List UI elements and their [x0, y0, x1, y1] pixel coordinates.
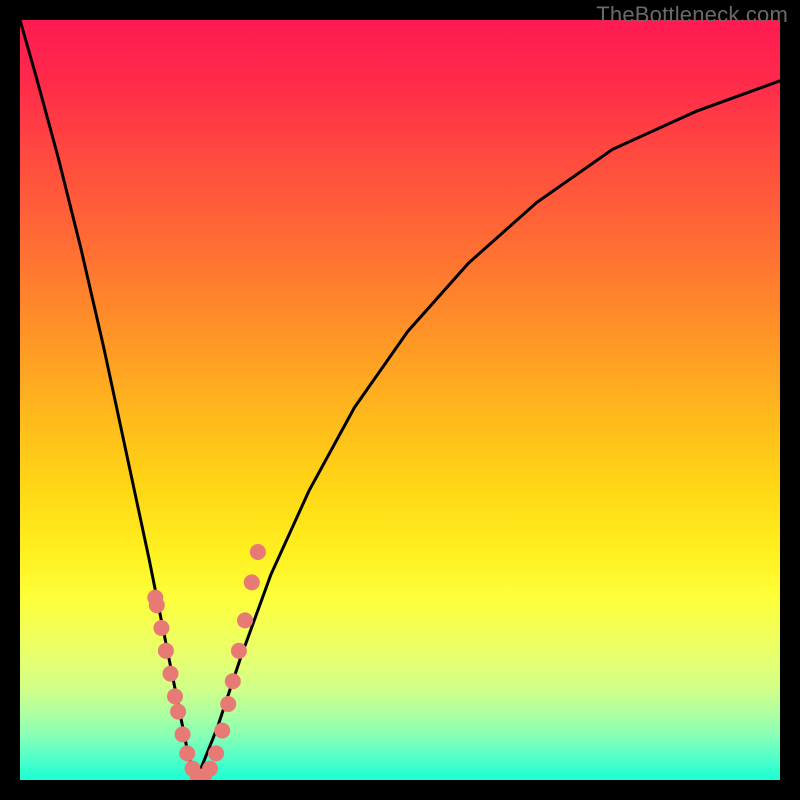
- sample-dot: [208, 745, 224, 761]
- sample-dot: [158, 643, 174, 659]
- sample-dot: [202, 761, 218, 777]
- sample-dots: [147, 544, 266, 780]
- sample-dot: [170, 704, 186, 720]
- sample-dot: [231, 643, 247, 659]
- sample-dot: [225, 673, 241, 689]
- sample-dot: [153, 620, 169, 636]
- outer-frame: TheBottleneck.com: [0, 0, 800, 800]
- curve-path: [20, 20, 780, 780]
- sample-dot: [250, 544, 266, 560]
- sample-dot: [214, 723, 230, 739]
- sample-dot: [237, 612, 253, 628]
- sample-dot: [244, 574, 260, 590]
- bottleneck-curve: [20, 20, 780, 780]
- sample-dot: [179, 745, 195, 761]
- sample-dot: [220, 696, 236, 712]
- sample-dot: [149, 597, 165, 613]
- sample-dot: [163, 666, 179, 682]
- chart-svg: [20, 20, 780, 780]
- sample-dot: [175, 726, 191, 742]
- sample-dot: [167, 688, 183, 704]
- plot-area: [20, 20, 780, 780]
- watermark-text: TheBottleneck.com: [596, 2, 788, 28]
